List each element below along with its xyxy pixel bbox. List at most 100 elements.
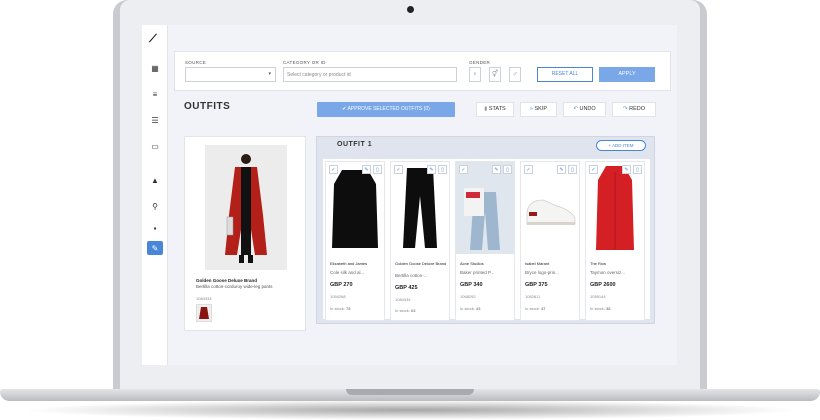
stock-label: In stock:: [590, 306, 605, 311]
search-icon[interactable]: ⚲: [147, 199, 163, 213]
edit-icon[interactable]: ✎: [427, 165, 436, 174]
edit-icon[interactable]: ✎: [622, 165, 631, 174]
chevron-down-icon: ▾: [268, 71, 271, 77]
gender-female-icon[interactable]: ♀: [469, 67, 481, 82]
source-product-id: 1084334: [196, 296, 212, 301]
delete-icon[interactable]: ▯: [568, 165, 577, 174]
item-name: Bertilla cotton-...: [395, 273, 428, 278]
item-image: [586, 162, 644, 254]
delete-icon[interactable]: ▯: [633, 165, 642, 174]
item-image: [391, 162, 449, 254]
item-price: GBP 425: [395, 285, 418, 291]
stock-value: 43: [476, 306, 481, 311]
edit-icon[interactable]: ✎: [147, 241, 163, 255]
item-price: GBP 2600: [590, 282, 616, 288]
select-icon[interactable]: ✓: [589, 165, 598, 174]
skip-label: SKIP: [534, 106, 548, 112]
undo-label: UNDO: [579, 106, 596, 112]
approve-label: APPROVE SELECTED OUTFITS (0): [347, 106, 430, 112]
outfit-title: OUTFIT 1: [337, 141, 373, 148]
stock-label: In stock:: [330, 306, 345, 311]
laptop-frame: ⟋ ▦ ≡ ☰ ▭ ▲ ⚲ ▪ ✎ SOURCE ▾ CATEGORY OR I…: [0, 0, 820, 420]
item-brand: Elizabeth and James: [330, 261, 368, 266]
source-product-name: Bertilla cotton-corduroy wide-leg pants: [196, 284, 273, 289]
item-name: Taymon oversiz...: [590, 270, 626, 275]
approve-selected-button[interactable]: ✔ APPROVE SELECTED OUTFITS (0): [317, 102, 455, 117]
comment-icon[interactable]: ▪: [147, 221, 163, 235]
edit-icon[interactable]: ✎: [492, 165, 501, 174]
item-brand: The Row: [590, 261, 607, 266]
source-product-card[interactable]: Golden Goose Deluxe Brand Bertilla cotto…: [184, 136, 306, 331]
item-image: [521, 162, 579, 254]
item-name: Baker printed P...: [460, 270, 495, 275]
page-title: OUTFITS: [184, 101, 231, 112]
item-name: Bryce logo-prin...: [525, 270, 560, 275]
item-brand: Isabel Marant: [525, 261, 550, 266]
item-price: GBP 270: [330, 282, 353, 288]
item-id: 1084334: [395, 297, 411, 302]
stats-label: STATS: [488, 106, 506, 112]
stock-label: In stock:: [525, 306, 540, 311]
outfit-item[interactable]: ✓ ✎ ▯ Isabel Marant Bryce logo-prin... G…: [520, 161, 580, 321]
item-id: 1054268: [330, 294, 346, 299]
delete-icon[interactable]: ▯: [438, 165, 447, 174]
source-product-image: [205, 145, 287, 270]
add-item-button[interactable]: + ADD ITEM: [596, 140, 646, 151]
item-stock: In stock: 75: [330, 306, 350, 311]
item-stock: In stock: 38: [590, 306, 610, 311]
outfit-item[interactable]: ✓ ✎ ▯ Acne Studios Baker printed P... GB…: [455, 161, 515, 321]
apply-button[interactable]: APPLY: [599, 67, 655, 82]
dashboard-icon[interactable]: ▦: [147, 61, 163, 75]
list-icon[interactable]: ☰: [147, 113, 163, 127]
select-icon[interactable]: ✓: [524, 165, 533, 174]
edit-icon[interactable]: ✎: [557, 165, 566, 174]
select-icon[interactable]: ✓: [459, 165, 468, 174]
outfit-item[interactable]: ✓ ✎ ▯ Golden Goose Deluxe Brand Bertilla…: [390, 161, 450, 321]
outfit-items: ✓ ✎ ▯ Elizabeth and James Cole silk and …: [323, 159, 650, 321]
skip-button[interactable]: » SKIP: [520, 102, 557, 117]
window-icon[interactable]: ▭: [147, 139, 163, 153]
stock-label: In stock:: [460, 306, 475, 311]
stock-label: In stock:: [395, 308, 410, 313]
laptop-shadow: [20, 400, 800, 420]
sidebar: ⟋ ▦ ≡ ☰ ▭ ▲ ⚲ ▪ ✎: [142, 25, 168, 365]
item-stock: In stock: 43: [460, 306, 480, 311]
item-id: 1068292: [460, 294, 476, 299]
undo-button[interactable]: ↶ UNDO: [563, 102, 606, 117]
filter-bar: SOURCE ▾ CATEGORY OR ID Select category …: [174, 51, 671, 91]
source-select[interactable]: ▾: [185, 67, 276, 82]
source-label: SOURCE: [185, 60, 207, 65]
item-id: 1082811: [525, 294, 541, 299]
stock-value: 47: [541, 306, 546, 311]
outfit-item[interactable]: ✓ ✎ ▯ The Row Taymon oversiz... GBP 2600…: [585, 161, 645, 321]
item-name: Cole silk and al...: [330, 270, 365, 275]
redo-label: REDO: [629, 106, 646, 112]
source-product-thumbnail[interactable]: [196, 304, 212, 322]
gender-unisex-icon[interactable]: ⚥: [489, 67, 501, 82]
stock-value: 38: [606, 306, 611, 311]
reset-all-button[interactable]: RESET ALL: [537, 67, 593, 82]
stats-button[interactable]: ▮ STATS: [476, 102, 514, 117]
delete-icon[interactable]: ▯: [373, 165, 382, 174]
redo-button[interactable]: ↷ REDO: [612, 102, 656, 117]
outfit-item[interactable]: ✓ ✎ ▯ Elizabeth and James Cole silk and …: [325, 161, 385, 321]
outfit-panel: OUTFIT 1 + ADD ITEM ✓ ✎ ▯ Elizabeth and …: [316, 136, 655, 324]
item-price: GBP 375: [525, 282, 548, 288]
item-id: 1059144: [590, 294, 606, 299]
source-product-brand: Golden Goose Deluxe Brand: [196, 278, 258, 283]
delete-icon[interactable]: ▯: [503, 165, 512, 174]
filter-icon[interactable]: ≡: [147, 87, 163, 101]
item-brand: Acne Studios: [460, 261, 484, 266]
select-icon[interactable]: ✓: [329, 165, 338, 174]
item-image: [456, 162, 514, 254]
group-icon[interactable]: ▲: [147, 173, 163, 187]
item-brand: Golden Goose Deluxe Brand: [395, 261, 447, 266]
select-icon[interactable]: ✓: [394, 165, 403, 174]
edit-icon[interactable]: ✎: [362, 165, 371, 174]
item-price: GBP 340: [460, 282, 483, 288]
gender-male-icon[interactable]: ♂: [509, 67, 521, 82]
category-label: CATEGORY OR ID: [283, 60, 326, 65]
item-image: [326, 162, 384, 254]
category-input[interactable]: Select category or product id: [283, 67, 457, 82]
stock-value: 63: [411, 308, 416, 313]
